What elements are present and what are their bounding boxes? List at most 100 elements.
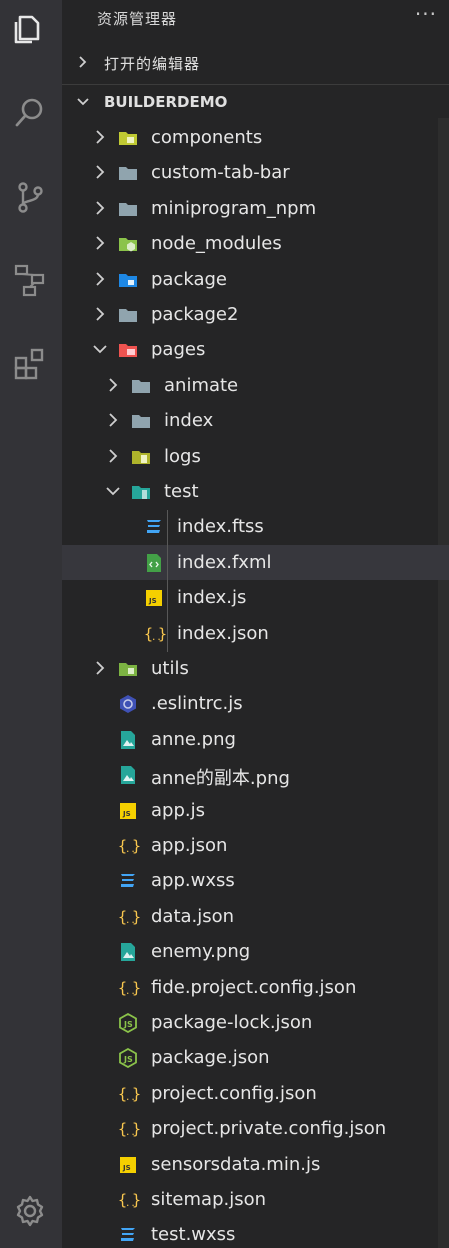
- chevron-right-icon[interactable]: [92, 660, 108, 676]
- folder-test-icon: [131, 482, 151, 502]
- open-editors-section[interactable]: 打开的编辑器: [62, 46, 449, 80]
- files-icon[interactable]: [9, 8, 51, 50]
- svg-text:JS: JS: [123, 1020, 133, 1029]
- chevron-right-icon: [76, 55, 90, 73]
- tree-item-label: package: [151, 268, 227, 290]
- folder-icon: [131, 411, 151, 431]
- tree-file-row[interactable]: JS package-lock.json: [62, 1005, 449, 1040]
- source-control-icon[interactable]: [9, 176, 51, 218]
- tree-item-label: sitemap.json: [151, 1189, 267, 1210]
- tree-file-row[interactable]: {..} fide.project.config.json: [62, 970, 449, 1005]
- tree-file-row[interactable]: {..} project.config.json: [62, 1076, 449, 1111]
- tree-item-label: test: [164, 481, 199, 502]
- section-divider: [62, 84, 449, 85]
- json-file-icon: {..}: [118, 1084, 141, 1104]
- js-file-icon: JS: [118, 801, 138, 821]
- tree-item-label: app.wxss: [151, 870, 235, 892]
- tree-file-row[interactable]: {..} project.private.config.json: [62, 1111, 449, 1146]
- tree-folder-row[interactable]: index: [62, 403, 449, 438]
- svg-text:}: }: [132, 1191, 140, 1209]
- folder-components-icon: [118, 128, 138, 148]
- tree-item-label: utils: [151, 658, 189, 679]
- tree-folder-row[interactable]: custom-tab-bar: [62, 155, 449, 190]
- tree-item-label: components: [151, 127, 263, 148]
- tree-item-label: node_modules: [151, 233, 282, 255]
- svg-text:}: }: [132, 837, 140, 855]
- tree-file-row[interactable]: {..} index.json: [62, 616, 449, 651]
- tree-item-label: anne.png: [151, 728, 236, 750]
- search-icon[interactable]: [9, 92, 51, 134]
- tree-folder-row[interactable]: package: [62, 262, 449, 297]
- chevron-right-icon[interactable]: [105, 412, 121, 428]
- tree-item-label: package2: [151, 304, 239, 325]
- image-file-icon: [118, 765, 138, 785]
- tree-folder-row[interactable]: logs: [62, 439, 449, 474]
- explorer-header: 资源管理器 ···: [62, 0, 449, 36]
- tree-item-label: index.fxml: [177, 551, 272, 573]
- explorer-sidebar: 资源管理器 ··· 打开的编辑器 BUILDERDEMO components c…: [62, 0, 449, 1248]
- chevron-right-icon[interactable]: [92, 306, 108, 322]
- folder-node-icon: [118, 234, 138, 254]
- tree-item-label: miniprogram_npm: [151, 197, 317, 219]
- chevron-down-icon[interactable]: [92, 341, 108, 357]
- tree-item-label: animate: [164, 374, 239, 396]
- tree-folder-row[interactable]: components: [62, 120, 449, 155]
- json-file-icon: {..}: [118, 978, 141, 998]
- tree-file-row[interactable]: {..} data.json: [62, 899, 449, 934]
- tree-file-row[interactable]: {..} app.json: [62, 828, 449, 863]
- chevron-right-icon[interactable]: [92, 129, 108, 145]
- css-file-icon: [144, 517, 164, 537]
- folder-logs-icon: [131, 447, 151, 467]
- chevron-right-icon[interactable]: [92, 271, 108, 287]
- tree-item-label: pages: [151, 339, 206, 361]
- svg-text:JS: JS: [122, 810, 131, 818]
- folder-icon: [118, 199, 138, 219]
- tree-item-label: logs: [164, 445, 201, 467]
- chevron-down-icon[interactable]: [105, 483, 121, 499]
- tree-folder-row[interactable]: node_modules: [62, 226, 449, 261]
- svg-text:}: }: [132, 979, 140, 997]
- workspace-label: BUILDERDEMO: [104, 93, 228, 111]
- tree-file-row[interactable]: enemy.png: [62, 934, 449, 969]
- folder-package-icon: [118, 270, 138, 290]
- tree-folder-row[interactable]: animate: [62, 368, 449, 403]
- nodejs-file-icon: JS: [118, 1012, 138, 1034]
- workspace-section[interactable]: BUILDERDEMO: [62, 86, 449, 120]
- tree-file-row[interactable]: JS package.json: [62, 1040, 449, 1075]
- settings-gear-icon[interactable]: [9, 1190, 51, 1232]
- svg-text:}: }: [132, 908, 140, 926]
- tree-file-row[interactable]: JS app.js: [62, 793, 449, 828]
- tree-file-row[interactable]: JS index.js: [62, 580, 449, 615]
- svg-text:JS: JS: [123, 1055, 133, 1064]
- tree-file-row[interactable]: .eslintrc.js: [62, 686, 449, 721]
- tree-folder-row[interactable]: utils: [62, 651, 449, 686]
- chevron-right-icon[interactable]: [92, 200, 108, 216]
- tree-file-row[interactable]: JS sensorsdata.min.js: [62, 1147, 449, 1182]
- chevron-right-icon[interactable]: [92, 235, 108, 251]
- chevron-right-icon[interactable]: [92, 164, 108, 180]
- remote-explorer-icon[interactable]: [9, 258, 51, 300]
- folder-icon: [118, 163, 138, 183]
- tree-folder-row[interactable]: package2: [62, 297, 449, 332]
- css-file-icon: [118, 1225, 138, 1245]
- more-actions-button[interactable]: ···: [415, 2, 437, 26]
- tree-folder-row[interactable]: pages: [62, 332, 449, 367]
- json-file-icon: {..}: [118, 836, 141, 856]
- tree-file-row[interactable]: test.wxss: [62, 1217, 449, 1248]
- tree-folder-row[interactable]: miniprogram_npm: [62, 191, 449, 226]
- tree-file-row[interactable]: anne的副本.png: [62, 757, 449, 792]
- tree-file-row[interactable]: index.ftss: [62, 509, 449, 544]
- tree-item-label: app.js: [151, 799, 205, 821]
- chevron-right-icon[interactable]: [105, 448, 121, 464]
- tree-file-row[interactable]: app.wxss: [62, 863, 449, 898]
- tree-file-row[interactable]: anne.png: [62, 722, 449, 757]
- chevron-right-icon[interactable]: [105, 377, 121, 393]
- folder-icon: [118, 305, 138, 325]
- tree-item-label: data.json: [151, 905, 235, 927]
- tree-item-label: enemy.png: [151, 941, 251, 963]
- tree-file-row[interactable]: index.fxml: [62, 544, 449, 580]
- tree-folder-row[interactable]: test: [62, 474, 449, 509]
- extensions-icon[interactable]: [9, 343, 51, 385]
- json-file-icon: {..}: [118, 1190, 141, 1210]
- tree-file-row[interactable]: {..} sitemap.json: [62, 1182, 449, 1217]
